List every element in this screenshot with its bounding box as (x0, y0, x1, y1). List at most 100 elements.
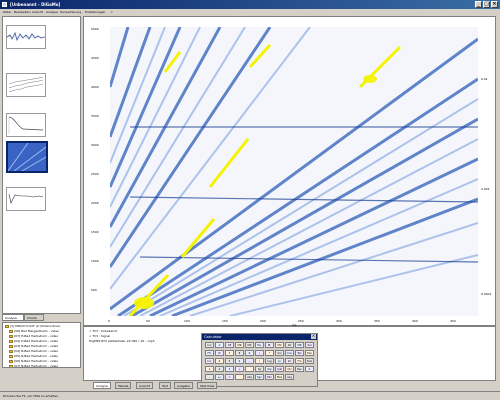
calculator-key[interactable]: Cos (285, 350, 294, 356)
calculator-key[interactable]: 8 (235, 350, 244, 356)
file-icon (9, 349, 13, 353)
calculator-key[interactable]: Fra (295, 358, 304, 364)
menu-view[interactable]: Ansicht (32, 10, 43, 14)
calculator-key[interactable]: 6 (235, 358, 244, 364)
calculator-key[interactable]: MR (295, 342, 304, 348)
menu-analysis[interactable]: Analyse (46, 10, 58, 14)
calculator-key[interactable]: Sq (255, 366, 264, 372)
calculator-key[interactable]: 3 (225, 366, 234, 372)
tab-analysis[interactable]: Analyse (2, 314, 24, 321)
close-button[interactable]: × (491, 1, 498, 8)
calculator-key[interactable]: Ftc (205, 350, 214, 356)
calculator-key[interactable]: Max (275, 374, 284, 380)
calculator-key[interactable]: / (255, 350, 264, 356)
right-axis-label: 0.001 (481, 187, 490, 191)
calculator-key[interactable]: 9 (245, 350, 254, 356)
calculator-key[interactable]: CE (225, 342, 234, 348)
calculator-key[interactable]: Avg (285, 374, 294, 380)
tab-analysis[interactable]: Analyse (93, 382, 111, 389)
calculator-key[interactable]: Log (265, 358, 274, 364)
x-tick-label: 50 (146, 319, 150, 323)
calculator-key[interactable]: M+ (255, 342, 264, 348)
status-bar: Drücken Sie F1, um Hilfe zu erhalten. (0, 391, 500, 400)
calculator-key[interactable]: Pi (215, 350, 224, 356)
thumbnail-spectrogram[interactable] (6, 141, 48, 173)
calculator-key[interactable]: MR (235, 342, 244, 348)
window-title: [Unbenannt - DiGaMo] (10, 2, 61, 7)
calculator-key[interactable] (235, 374, 244, 380)
calculator-key[interactable]: Sqr (265, 366, 274, 372)
spectrogram-preview (7, 142, 47, 172)
thumbnail-spectrum-3d[interactable] (6, 73, 46, 97)
calculator-key[interactable]: Alt (285, 342, 294, 348)
spectrogram-view[interactable]: 5000 4500 4000 3500 3000 2500 2000 1500 … (83, 16, 496, 327)
tree-item[interactable]: [07] N-Bad Herbstrom - video (9, 364, 58, 367)
calculator-key[interactable]: 4 (215, 358, 224, 364)
calculator-key[interactable]: / (255, 358, 264, 364)
menu-edit[interactable]: Bearbeiten (14, 10, 30, 14)
thumbnail-decay-curve[interactable] (6, 113, 46, 137)
tab-stat-view[interactable]: Stat.View (197, 382, 218, 389)
calculator-key[interactable]: Sin (275, 350, 284, 356)
calculator-key[interactable]: Tan (295, 350, 304, 356)
calculator-key[interactable]: Sel (305, 342, 314, 348)
tab-text[interactable]: Text (159, 382, 172, 389)
tab-output[interactable]: Ausgabe (174, 382, 194, 389)
menu-file[interactable]: Datei (3, 10, 11, 14)
console-line: > Tr/3 : Unbekannt (89, 329, 118, 333)
calculator-key[interactable]: Inv (205, 358, 214, 364)
thumbnail-waveform[interactable] (6, 25, 46, 49)
calculator-key[interactable]: Inv (205, 342, 214, 348)
calculator-key[interactable]: = (225, 374, 234, 380)
calculator-key[interactable]: Exp (305, 350, 314, 356)
calculator-key[interactable]: 5 (225, 358, 234, 364)
calculator-key[interactable]: MC (275, 342, 284, 348)
calculator-key[interactable]: * (265, 350, 274, 356)
calculator-key[interactable]: MS (245, 342, 254, 348)
x-tick-label: 450 (450, 319, 456, 323)
calculator-key[interactable]: Sgn (255, 374, 264, 380)
file-icon (9, 334, 13, 338)
file-icon (9, 354, 13, 358)
y-tick-label: 500 (91, 288, 97, 292)
calculator-close-button[interactable]: × (311, 334, 316, 339)
calculator-key[interactable]: + (235, 366, 244, 372)
calculator-key[interactable]: Abs (245, 374, 254, 380)
maximize-button[interactable]: □ (483, 1, 490, 8)
bottom-tab-strip: Analyse Tabelle Ansicht Text Ausgabe Sta… (83, 382, 496, 390)
calculator-key[interactable] (245, 366, 254, 372)
calculator-key[interactable]: Ln (275, 358, 284, 364)
thumbnail-panel (2, 16, 81, 314)
file-icon (9, 344, 13, 348)
calculator-key[interactable]: 7 (225, 350, 234, 356)
tab-view[interactable]: Ansicht (136, 382, 154, 389)
calculator-key[interactable]: Rec (295, 366, 304, 372)
minimize-button[interactable]: _ (475, 1, 482, 8)
calculator-key[interactable]: Min (265, 374, 274, 380)
calculator-key[interactable]: Int (285, 358, 294, 364)
y-tick-label: 3500 (91, 114, 99, 118)
calculator-key[interactable]: 0 (305, 366, 314, 372)
y-tick-label: 5000 (91, 27, 99, 31)
calculator-key[interactable]: +/- (215, 374, 224, 380)
y-tick-label: 1000 (91, 259, 99, 263)
calculator-key[interactable]: M- (265, 342, 274, 348)
calculator-key[interactable]: Cub (275, 366, 284, 372)
calculator-key[interactable]: 2 (215, 366, 224, 372)
thumbnail-level-curve[interactable] (6, 187, 46, 211)
x-tick-label: 250 (298, 319, 304, 323)
calculator-key[interactable]: 1 (205, 366, 214, 372)
calculator-key[interactable]: Pow (305, 358, 314, 364)
tab-charts[interactable]: Charts (24, 314, 44, 321)
tab-table[interactable]: Tabelle (115, 382, 132, 389)
calculator-key[interactable]: - (245, 358, 254, 364)
calculator-key[interactable]: C (215, 342, 224, 348)
menu-settings[interactable]: Einstellungen (85, 10, 105, 14)
right-axis-label: 0.01 (481, 77, 488, 81)
menu-conversion[interactable]: Konvertierung (60, 10, 81, 14)
menu-help[interactable]: ? (111, 10, 113, 14)
calculator-key[interactable]: Cbr (285, 366, 294, 372)
calculator-key[interactable]: , (205, 374, 214, 380)
x-tick-label: 400 (412, 319, 418, 323)
y-tick-label: 3000 (91, 143, 99, 147)
